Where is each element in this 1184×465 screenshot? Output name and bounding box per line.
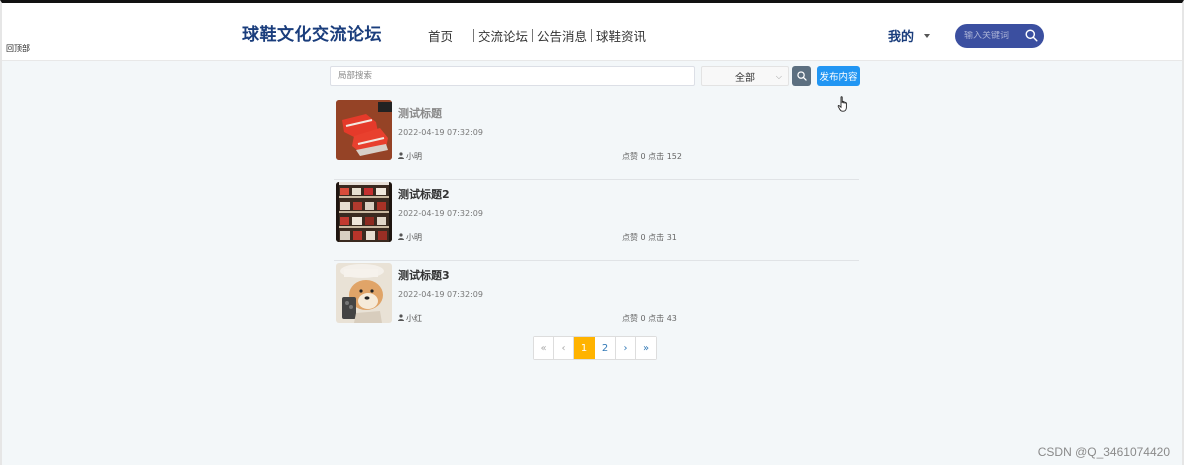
- nav-divider: [591, 29, 593, 42]
- search-icon: [796, 71, 807, 81]
- back-to-top-link[interactable]: 回顶部: [6, 43, 30, 54]
- user-menu-dropdown[interactable]: 我的: [888, 26, 931, 45]
- shoe-shelf-image[interactable]: [336, 182, 392, 242]
- post-list: 测试标题 2022-04-19 07:32:09 小明 点赞 0 点击 152: [334, 99, 859, 342]
- post-author: 小红: [398, 313, 422, 324]
- post-item[interactable]: 测试标题 2022-04-19 07:32:09 小明 点赞 0 点击 152: [334, 99, 859, 180]
- search-icon[interactable]: [1025, 27, 1038, 46]
- post-title[interactable]: 测试标题3: [398, 267, 450, 283]
- post-author-name: 小明: [406, 152, 422, 161]
- post-date: 2022-04-19 07:32:09: [398, 128, 483, 137]
- post-author-name: 小明: [406, 233, 422, 242]
- category-select[interactable]: 全部 ⌵: [701, 66, 789, 86]
- user-icon: [398, 233, 404, 242]
- top-header: 回顶部 球鞋文化交流论坛 首页 交流论坛 公告消息 球鞋资讯 我的: [2, 3, 1182, 61]
- post-item[interactable]: 测试标题3 2022-04-19 07:32:09 小红 点赞 0 点击 43: [334, 261, 859, 342]
- site-title: 球鞋文化交流论坛: [242, 25, 382, 45]
- nav-sneaker-news[interactable]: 球鞋资讯: [596, 26, 646, 45]
- nav-forum[interactable]: 交流论坛: [478, 26, 528, 45]
- global-search-input[interactable]: [964, 31, 1020, 41]
- post-stats: 点赞 0 点击 152: [622, 152, 682, 161]
- post-stats: 点赞 0 点击 43: [622, 314, 677, 323]
- main-nav: 首页 交流论坛 公告消息 球鞋资讯: [428, 26, 646, 45]
- local-search-input[interactable]: [330, 66, 695, 86]
- nav-home[interactable]: 首页: [428, 26, 453, 45]
- global-search-box: [955, 24, 1044, 48]
- nav-announcements[interactable]: 公告消息: [537, 26, 587, 45]
- next-page-button[interactable]: ›: [616, 337, 636, 359]
- page-frame: 回顶部 球鞋文化交流论坛 首页 交流论坛 公告消息 球鞋资讯 我的 输入关键词 …: [0, 0, 1184, 465]
- user-menu-label: 我的: [888, 30, 915, 45]
- page-button-1[interactable]: 1: [574, 337, 595, 359]
- shiba-dog-image[interactable]: [336, 263, 392, 323]
- post-stats: 点赞 0 点击 31: [622, 233, 677, 242]
- last-page-button[interactable]: »: [636, 337, 656, 359]
- publish-content-button[interactable]: 发布内容: [817, 66, 860, 86]
- nav-divider: [473, 29, 475, 42]
- post-author-name: 小红: [406, 314, 422, 323]
- red-sneakers-image[interactable]: [336, 100, 392, 160]
- caret-down-icon: [924, 33, 931, 38]
- chevron-down-icon: ⌵: [775, 72, 782, 81]
- post-author: 小明: [398, 232, 422, 243]
- post-date: 2022-04-19 07:32:09: [398, 209, 483, 218]
- post-title[interactable]: 测试标题: [398, 105, 442, 121]
- pagination: « ‹ 1 2 › »: [533, 336, 657, 360]
- first-page-button[interactable]: «: [534, 337, 554, 359]
- search-button[interactable]: [792, 66, 811, 86]
- csdn-watermark: CSDN @Q_3461074420: [1037, 445, 1170, 459]
- page-button-2[interactable]: 2: [595, 337, 616, 359]
- post-item[interactable]: 测试标题2 2022-04-19 07:32:09 小明 点赞 0 点击 31: [334, 180, 859, 261]
- nav-divider: [532, 29, 534, 42]
- post-date: 2022-04-19 07:32:09: [398, 290, 483, 299]
- post-author: 小明: [398, 151, 422, 162]
- prev-page-button[interactable]: ‹: [554, 337, 574, 359]
- category-selected-value: 全部: [735, 72, 755, 84]
- post-title[interactable]: 测试标题2: [398, 186, 450, 202]
- user-icon: [398, 152, 404, 161]
- user-icon: [398, 314, 404, 323]
